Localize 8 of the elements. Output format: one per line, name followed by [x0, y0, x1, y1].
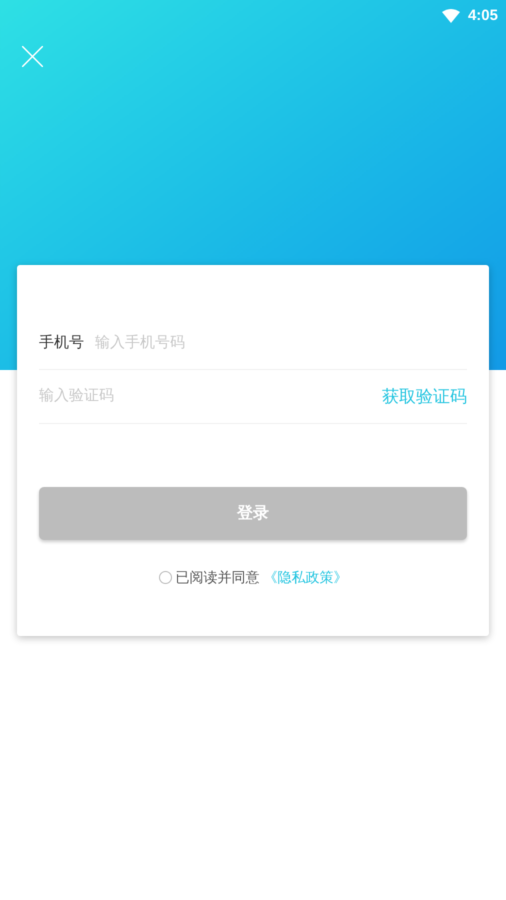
agreement-text: 已阅读并同意 [176, 568, 260, 587]
agreement-checkbox[interactable] [158, 571, 172, 584]
privacy-policy-link[interactable]: 《隐私政策》 [264, 567, 348, 588]
status-time: 4:05 [468, 6, 498, 26]
wifi-icon [442, 9, 460, 23]
phone-label: 手机号 [39, 332, 84, 353]
get-code-link[interactable]: 获取验证码 [382, 384, 467, 410]
close-icon[interactable] [22, 46, 43, 67]
